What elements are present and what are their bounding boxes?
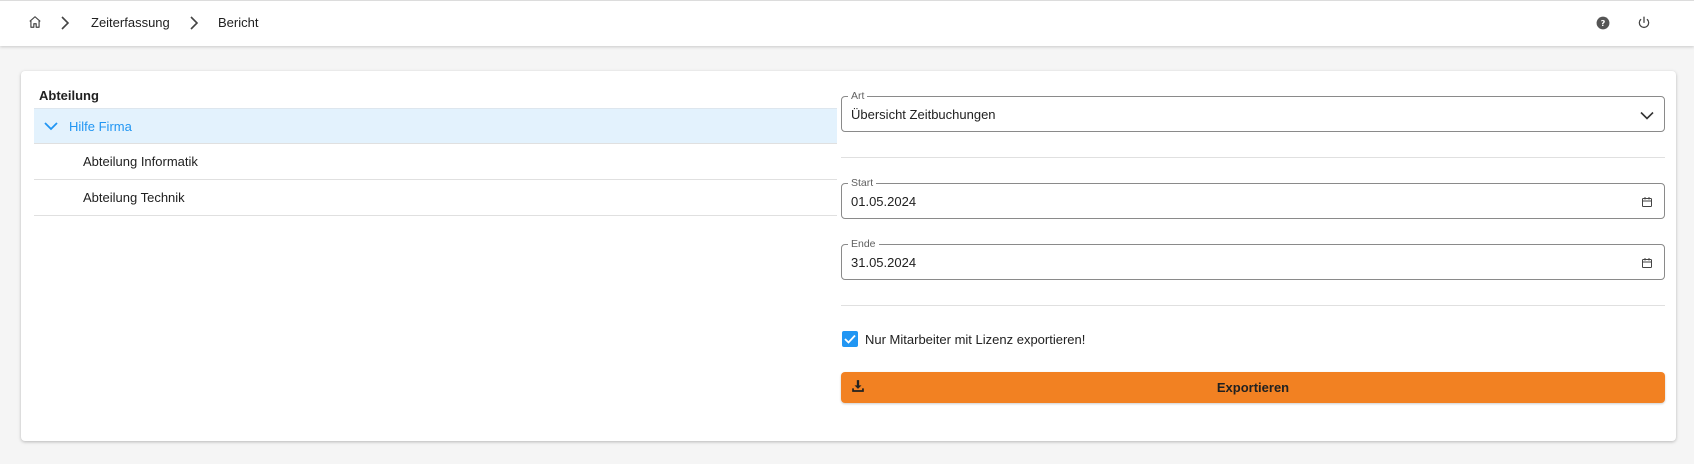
download-icon bbox=[851, 379, 867, 395]
tree-item-abteilung-technik[interactable]: Abteilung Technik bbox=[34, 180, 837, 216]
svg-text:?: ? bbox=[1601, 18, 1606, 28]
divider bbox=[841, 157, 1665, 158]
end-date-field[interactable]: Ende 31.05.2024 bbox=[841, 237, 1665, 280]
type-value: Übersicht Zeitbuchungen bbox=[851, 107, 996, 122]
tree-item-label: Hilfe Firma bbox=[69, 118, 132, 134]
chevron-down-icon[interactable] bbox=[1638, 106, 1656, 124]
home-icon[interactable] bbox=[27, 14, 43, 30]
divider bbox=[841, 305, 1665, 306]
start-value: 01.05.2024 bbox=[851, 194, 917, 209]
tree-item-label: Abteilung Technik bbox=[83, 190, 185, 205]
tree-item-abteilung-informatik[interactable]: Abteilung Informatik bbox=[34, 144, 837, 180]
chevron-right-icon bbox=[188, 15, 200, 31]
top-bar: Zeiterfassung Bericht ? bbox=[0, 0, 1694, 46]
department-title: Abteilung bbox=[39, 88, 99, 103]
type-select[interactable]: Art Übersicht Zeitbuchungen bbox=[841, 89, 1665, 132]
tree-item-label: Abteilung Informatik bbox=[83, 154, 198, 169]
export-button[interactable]: Exportieren bbox=[841, 372, 1665, 403]
tree-item-hilfe-firma[interactable]: Hilfe Firma bbox=[34, 108, 837, 144]
chevron-right-icon bbox=[59, 15, 71, 31]
export-label: Exportieren bbox=[1216, 380, 1290, 395]
end-label: Ende bbox=[848, 237, 879, 251]
type-label: Art bbox=[848, 89, 868, 103]
help-icon[interactable]: ? bbox=[1594, 14, 1612, 32]
breadcrumb-bericht: Bericht bbox=[218, 15, 259, 30]
start-label: Start bbox=[848, 176, 877, 190]
license-only-checkbox-row[interactable]: Nur Mitarbeiter mit Lizenz exportieren! bbox=[842, 331, 1085, 347]
power-icon[interactable] bbox=[1635, 14, 1653, 32]
calendar-icon[interactable] bbox=[1638, 193, 1656, 211]
start-date-field[interactable]: Start 01.05.2024 bbox=[841, 176, 1665, 219]
calendar-icon[interactable] bbox=[1638, 254, 1656, 272]
end-value: 31.05.2024 bbox=[851, 255, 917, 270]
license-only-label: Nur Mitarbeiter mit Lizenz exportieren! bbox=[865, 331, 1086, 347]
chevron-down-icon[interactable] bbox=[44, 121, 58, 131]
license-only-checkbox[interactable] bbox=[842, 331, 858, 347]
breadcrumb-zeiterfassung[interactable]: Zeiterfassung bbox=[91, 15, 170, 31]
